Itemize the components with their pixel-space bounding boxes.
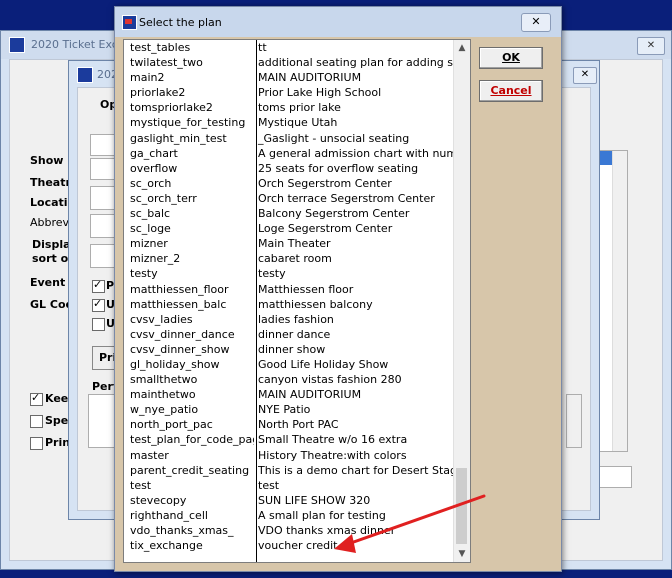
annotation-arrow [334, 494, 486, 553]
annotation-arrow-head [334, 534, 356, 553]
annotation-arrow-shaft [346, 494, 486, 546]
